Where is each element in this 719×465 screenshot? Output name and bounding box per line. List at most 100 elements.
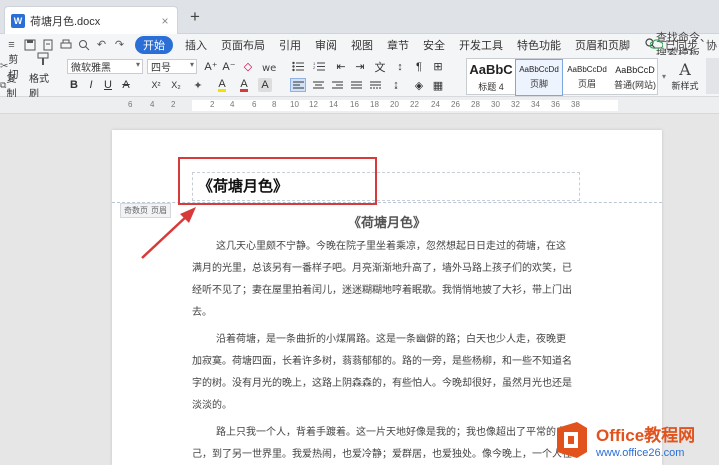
menu-insert[interactable]: 插入 <box>183 37 209 53</box>
menu-page-layout[interactable]: 页面布局 <box>219 37 267 53</box>
style-header[interactable]: AaBbCcDd 页眉 <box>563 59 611 96</box>
menu-home[interactable]: 开始 <box>135 35 173 54</box>
clear-format-button[interactable]: ◇ <box>241 59 255 74</box>
grow-font-button[interactable]: A⁺ <box>203 59 219 74</box>
redo-icon[interactable]: ↷ <box>112 37 127 52</box>
paragraph[interactable]: 这几天心里颇不宁静。今晚在院子里坐着乘凉，忽然想起日日走过的荷塘，在这满月的光里… <box>192 236 573 324</box>
highlight-color-button[interactable]: A <box>214 78 230 92</box>
style-footer[interactable]: AaBbCcDd 页脚 <box>515 59 563 96</box>
print-icon[interactable] <box>58 37 73 52</box>
style-label: 标题 4 <box>478 82 504 92</box>
table-border-icon[interactable]: ⊞ <box>430 59 446 74</box>
line-spacing-icon[interactable]: ↨ <box>388 78 404 92</box>
style-heading-4[interactable]: AaBbC 标题 4 <box>467 59 515 96</box>
menu-review[interactable]: 审阅 <box>313 37 339 53</box>
format-painter-button[interactable]: 格式刷 <box>29 52 57 100</box>
numbered-list-icon[interactable]: 12 <box>311 59 327 74</box>
font-size-value: 四号 <box>151 63 171 74</box>
ruler-number: 22 <box>410 100 419 109</box>
ruler-number: 34 <box>531 100 540 109</box>
align-center-button[interactable] <box>310 78 326 92</box>
document-tab[interactable]: W 荷塘月色.docx × <box>4 6 178 34</box>
font-name-select[interactable]: 微软雅黑 ▾ <box>67 59 143 74</box>
menu-chapter[interactable]: 章节 <box>385 37 411 53</box>
subscript-button[interactable]: X₂ <box>168 78 184 92</box>
ruler-number: 24 <box>431 100 440 109</box>
font-color-glyph: A <box>240 77 248 92</box>
bullet-list-icon[interactable] <box>290 59 306 74</box>
paragraph[interactable]: 路上只我一个人，背着手踱着。这一片天地好像是我的；我也像超出了平常的自己，到了另… <box>192 422 573 465</box>
close-tab-icon[interactable]: × <box>157 13 173 29</box>
menu-view[interactable]: 视图 <box>349 37 375 53</box>
home-ribbon: ✂ 剪切 ⧉ 复制 格式刷 微软雅黑 ▾ 四号 ▾ A⁺ A⁻ ◇ wen B … <box>0 52 719 100</box>
italic-button[interactable]: I <box>85 78 97 92</box>
shrink-font-button[interactable]: A⁻ <box>221 59 237 74</box>
align-right-button[interactable] <box>329 78 345 92</box>
style-sample: AaBbCcDd <box>567 65 607 74</box>
ruler-number: 14 <box>329 100 338 109</box>
annotation-highlight-box <box>178 157 377 205</box>
underline-button[interactable]: U <box>102 78 114 92</box>
ruler-number: 4 <box>150 100 155 109</box>
sort-icon[interactable]: ↕ <box>392 59 408 74</box>
ruler-number: 8 <box>272 100 277 109</box>
share-button[interactable]: 协 <box>706 37 717 53</box>
justify-button[interactable] <box>348 78 364 92</box>
ruler-number: 2 <box>171 100 176 109</box>
office-logo-icon <box>557 421 587 458</box>
ruler-number: 4 <box>230 100 235 109</box>
pinyin-icon[interactable]: wen <box>260 59 278 74</box>
align-left-button[interactable] <box>290 78 306 92</box>
text-effect-icon[interactable]: ✦ <box>190 78 206 92</box>
print-preview-icon[interactable] <box>76 37 91 52</box>
undo-icon[interactable]: ↶ <box>94 37 109 52</box>
paragraph[interactable]: 沿着荷塘，是一条曲折的小煤屑路。这是一条幽僻的路；白天也少人走，夜晚更加寂寞。荷… <box>192 329 573 417</box>
strikethrough-button[interactable]: A <box>120 78 132 92</box>
style-normal-web[interactable]: AaBbCcD 普通(网站) <box>611 59 659 96</box>
site-watermark: Office教程网 www.office26.com <box>553 414 719 465</box>
distribute-button[interactable] <box>367 78 383 92</box>
style-label: 页眉 <box>577 79 596 89</box>
menu-header-footer[interactable]: 页眉和页脚 <box>573 37 632 53</box>
ruler-number: 32 <box>511 100 520 109</box>
menu-bar: ≡ ↶ ↷ 开始 插入 页面布局 引用 审阅 视图 章节 安全 开发工具 特色功… <box>0 32 719 60</box>
font-color-button[interactable]: A <box>236 78 252 92</box>
horizontal-ruler[interactable]: 6 4 2 2 4 6 8 10 12 14 16 18 20 22 24 26… <box>0 97 719 114</box>
char-shading-icon[interactable]: A <box>258 78 272 92</box>
document-title[interactable]: 《荷塘月色》 <box>112 212 662 231</box>
show-marks-icon[interactable]: ¶ <box>411 59 427 74</box>
style-gallery: AaBbC 标题 4 AaBbCcDd 页脚 AaBbCcDd 页眉 AaBbC… <box>466 58 659 96</box>
bold-button[interactable]: B <box>68 78 80 92</box>
menu-developer[interactable]: 开发工具 <box>457 37 505 53</box>
increase-indent-icon[interactable]: ⇥ <box>352 59 368 74</box>
ruler-number: 16 <box>350 100 359 109</box>
shading-icon[interactable]: ◈ <box>411 78 427 92</box>
new-tab-button[interactable]: + <box>186 8 204 26</box>
sync-status[interactable]: 已同步 <box>665 37 698 53</box>
new-style-button[interactable]: A 新样式 <box>668 58 702 94</box>
font-size-select[interactable]: 四号 ▾ <box>147 59 197 74</box>
menu-security[interactable]: 安全 <box>421 37 447 53</box>
document-tab-label: 荷塘月色.docx <box>30 15 101 28</box>
copy-button[interactable]: ⧉ 复制 <box>0 74 24 100</box>
save-icon[interactable] <box>22 37 37 52</box>
ribbon-overflow-edge <box>706 58 719 94</box>
highlight-color-glyph: A <box>218 77 226 92</box>
quick-access-toolbar: ≡ ↶ ↷ <box>4 37 130 52</box>
menu-special-features[interactable]: 特色功能 <box>515 37 563 53</box>
borders-icon[interactable]: ▦ <box>430 78 446 92</box>
menu-hamburger-icon[interactable]: ≡ <box>4 37 19 52</box>
ruler-number: 6 <box>128 100 133 109</box>
decrease-indent-icon[interactable]: ⇤ <box>333 59 349 74</box>
menu-references[interactable]: 引用 <box>277 37 303 53</box>
document-body[interactable]: 这几天心里颇不宁静。今晚在院子里坐着乘凉，忽然想起日日走过的荷塘，在这满月的光里… <box>192 236 573 465</box>
style-label: 页脚 <box>529 79 548 89</box>
export-pdf-icon[interactable] <box>40 37 55 52</box>
superscript-button[interactable]: X² <box>148 78 164 92</box>
chinese-layout-icon[interactable]: 文 <box>372 59 388 74</box>
style-sample: AaBbC <box>469 62 513 77</box>
menu-right-group: 已同步 协 <box>642 37 717 53</box>
format-painter-label: 格式刷 <box>29 74 49 100</box>
style-sample: AaBbCcD <box>615 64 655 75</box>
document-workspace: 《荷塘月色》 奇数页 页眉 《荷塘月色》 这几天心里颇不宁静。今晚在院子里坐着乘… <box>0 114 719 465</box>
